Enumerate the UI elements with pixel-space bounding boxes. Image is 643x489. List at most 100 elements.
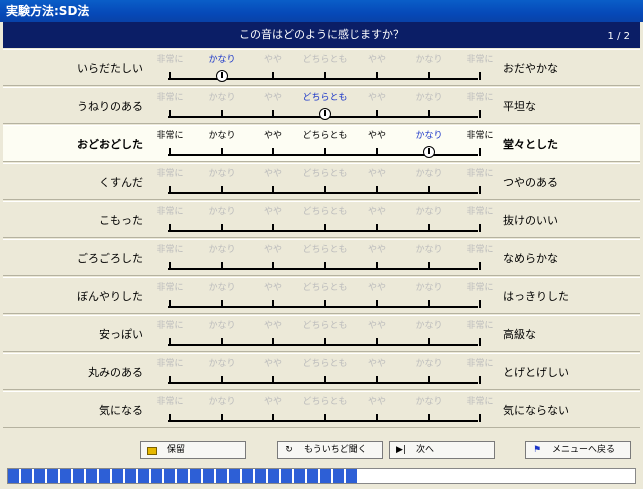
- scale-option[interactable]: 非常に: [455, 318, 505, 331]
- scale-tick[interactable]: [324, 338, 326, 346]
- scale-option[interactable]: かなり: [197, 280, 247, 293]
- scale-tick[interactable]: [376, 186, 378, 194]
- scale-tick[interactable]: [272, 376, 274, 384]
- scale-option[interactable]: かなり: [197, 166, 247, 179]
- scale-tick[interactable]: [428, 300, 430, 308]
- scale-tick[interactable]: [479, 262, 481, 270]
- scale-option[interactable]: かなり: [404, 356, 454, 369]
- scale-tick[interactable]: [376, 72, 378, 80]
- scale-option[interactable]: やや: [352, 204, 402, 217]
- scale-option[interactable]: やや: [352, 128, 402, 141]
- scale-option[interactable]: 非常に: [145, 128, 195, 141]
- scale-option[interactable]: どちらとも: [300, 90, 350, 103]
- scale-tick[interactable]: [376, 376, 378, 384]
- scale-tick[interactable]: [376, 414, 378, 422]
- scale-tick[interactable]: [479, 300, 481, 308]
- scale-option[interactable]: やや: [248, 394, 298, 407]
- scale-option[interactable]: どちらとも: [300, 280, 350, 293]
- scale-tick[interactable]: [479, 110, 481, 118]
- scale-option[interactable]: どちらとも: [300, 356, 350, 369]
- scale-tick[interactable]: [324, 148, 326, 156]
- scale-option[interactable]: かなり: [197, 52, 247, 65]
- scale-option[interactable]: 非常に: [145, 356, 195, 369]
- scale-option[interactable]: 非常に: [455, 394, 505, 407]
- scale-option[interactable]: 非常に: [455, 128, 505, 141]
- scale-tick[interactable]: [221, 186, 223, 194]
- scale-option[interactable]: 非常に: [455, 90, 505, 103]
- scale-tick[interactable]: [324, 186, 326, 194]
- scale-tick[interactable]: [169, 110, 171, 118]
- scale-option[interactable]: かなり: [197, 90, 247, 103]
- slider-knob[interactable]: [216, 70, 228, 82]
- scale-tick[interactable]: [272, 148, 274, 156]
- scale-option[interactable]: 非常に: [145, 52, 195, 65]
- scale-tick[interactable]: [479, 224, 481, 232]
- scale-option[interactable]: やや: [352, 280, 402, 293]
- scale-tick[interactable]: [221, 224, 223, 232]
- scale-option[interactable]: 非常に: [145, 280, 195, 293]
- scale-option[interactable]: かなり: [197, 128, 247, 141]
- scale-option[interactable]: かなり: [404, 394, 454, 407]
- scale-option[interactable]: かなり: [197, 242, 247, 255]
- scale-option[interactable]: 非常に: [145, 166, 195, 179]
- scale-option[interactable]: やや: [352, 90, 402, 103]
- scale-option[interactable]: やや: [352, 356, 402, 369]
- scale-tick[interactable]: [376, 148, 378, 156]
- scale-option[interactable]: かなり: [404, 166, 454, 179]
- hold-button[interactable]: 保留: [140, 441, 246, 459]
- scale-option[interactable]: かなり: [404, 52, 454, 65]
- scale-tick[interactable]: [169, 148, 171, 156]
- scale-option[interactable]: かなり: [404, 242, 454, 255]
- scale-tick[interactable]: [428, 224, 430, 232]
- scale-tick[interactable]: [428, 262, 430, 270]
- scale-option[interactable]: 非常に: [455, 166, 505, 179]
- scale-option[interactable]: やや: [248, 204, 298, 217]
- scale-tick[interactable]: [272, 414, 274, 422]
- replay-button[interactable]: ↻ もういちど聞く: [277, 441, 383, 459]
- scale-option[interactable]: かなり: [404, 90, 454, 103]
- scale-option[interactable]: 非常に: [145, 242, 195, 255]
- scale-tick[interactable]: [324, 300, 326, 308]
- scale-option[interactable]: かなり: [197, 204, 247, 217]
- scale-option[interactable]: やや: [248, 52, 298, 65]
- scale-option[interactable]: どちらとも: [300, 52, 350, 65]
- scale-tick[interactable]: [272, 300, 274, 308]
- scale-tick[interactable]: [428, 414, 430, 422]
- scale-option[interactable]: かなり: [197, 394, 247, 407]
- scale-option[interactable]: 非常に: [455, 242, 505, 255]
- scale-option[interactable]: やや: [248, 242, 298, 255]
- scale-tick[interactable]: [221, 148, 223, 156]
- scale-option[interactable]: やや: [248, 128, 298, 141]
- scale-tick[interactable]: [169, 376, 171, 384]
- scale-tick[interactable]: [169, 224, 171, 232]
- slider-knob[interactable]: [423, 146, 435, 158]
- scale-option[interactable]: 非常に: [455, 204, 505, 217]
- scale-tick[interactable]: [479, 72, 481, 80]
- scale-tick[interactable]: [169, 72, 171, 80]
- scale-tick[interactable]: [272, 262, 274, 270]
- scale-option[interactable]: やや: [248, 318, 298, 331]
- scale-option[interactable]: やや: [248, 166, 298, 179]
- scale-option[interactable]: 非常に: [455, 280, 505, 293]
- scale-option[interactable]: やや: [248, 90, 298, 103]
- scale-option[interactable]: やや: [352, 394, 402, 407]
- scale-option[interactable]: やや: [352, 166, 402, 179]
- scale-tick[interactable]: [428, 338, 430, 346]
- scale-option[interactable]: やや: [352, 318, 402, 331]
- scale-tick[interactable]: [376, 338, 378, 346]
- scale-tick[interactable]: [479, 148, 481, 156]
- scale-option[interactable]: かなり: [404, 204, 454, 217]
- scale-option[interactable]: かなり: [404, 318, 454, 331]
- scale-tick[interactable]: [221, 110, 223, 118]
- scale-option[interactable]: 非常に: [455, 356, 505, 369]
- scale-tick[interactable]: [272, 224, 274, 232]
- scale-tick[interactable]: [221, 338, 223, 346]
- scale-option[interactable]: 非常に: [145, 90, 195, 103]
- scale-tick[interactable]: [376, 110, 378, 118]
- scale-tick[interactable]: [428, 110, 430, 118]
- scale-tick[interactable]: [169, 186, 171, 194]
- scale-option[interactable]: かなり: [197, 318, 247, 331]
- scale-option[interactable]: やや: [248, 356, 298, 369]
- scale-tick[interactable]: [479, 186, 481, 194]
- scale-option[interactable]: やや: [248, 280, 298, 293]
